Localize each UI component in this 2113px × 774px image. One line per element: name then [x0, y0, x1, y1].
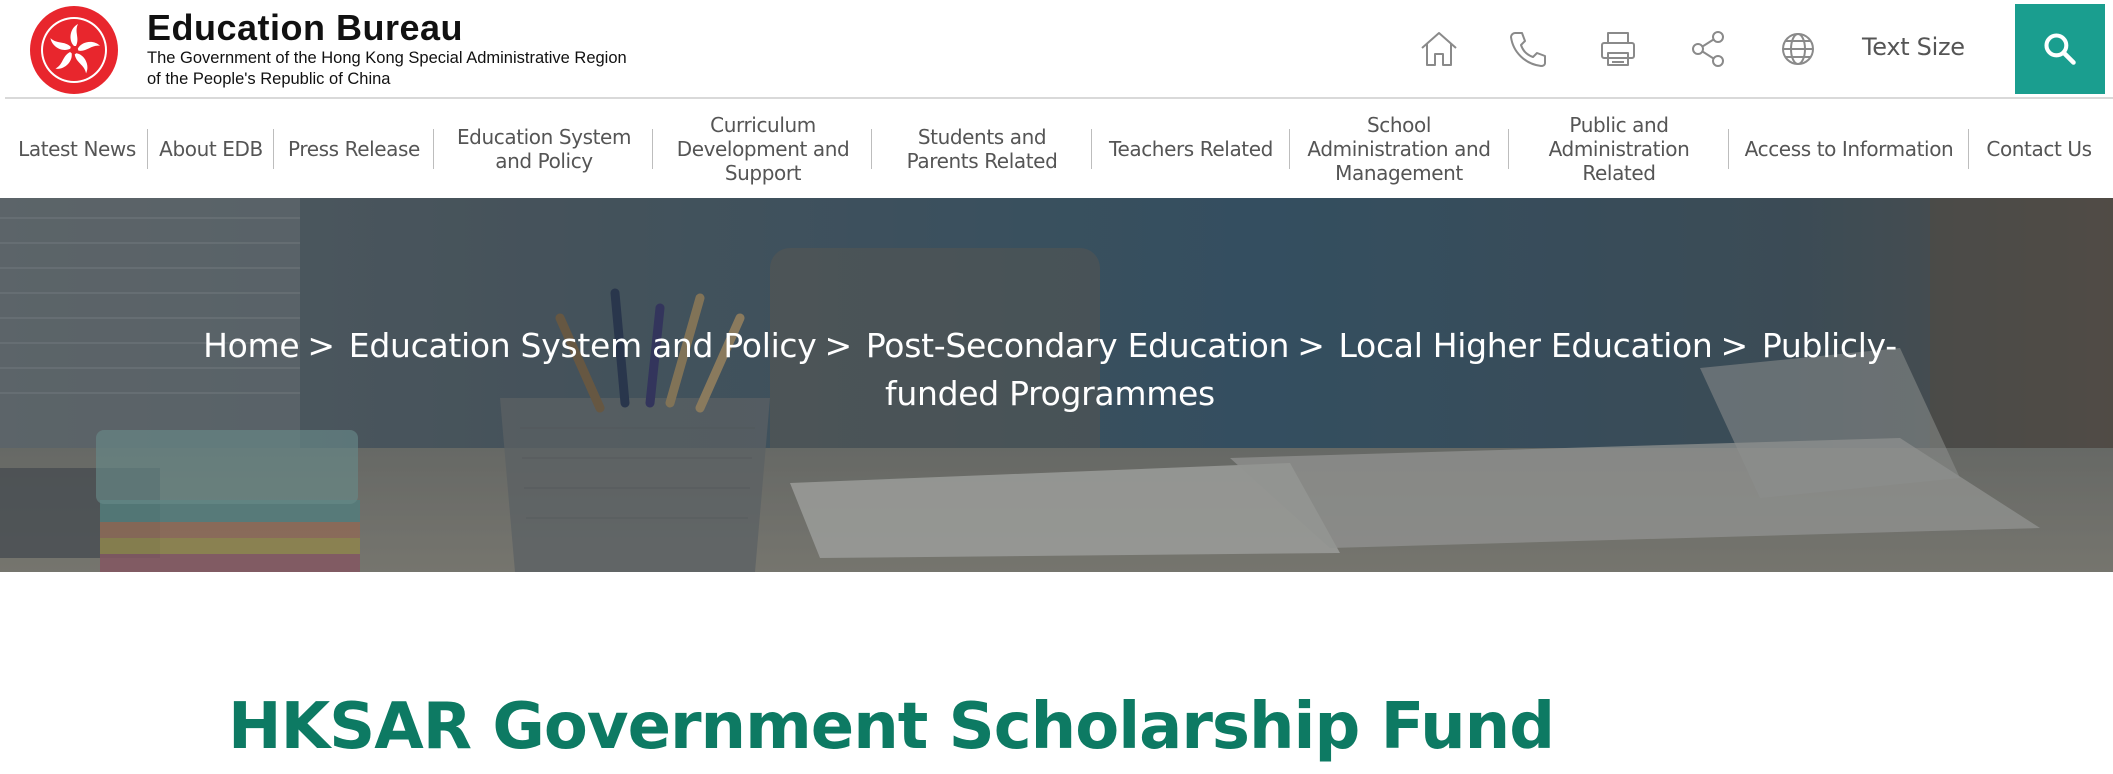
print-icon[interactable] [1597, 28, 1639, 70]
site-subtitle-line-2: of the People's Republic of China [147, 70, 391, 88]
nav-item-press-release[interactable]: Press Release [274, 99, 434, 198]
nav-item-access-to-information[interactable]: Access to Information [1730, 99, 1968, 198]
nav-divider [652, 129, 653, 169]
breadcrumb-separator: > [1297, 326, 1325, 365]
search-button[interactable] [2015, 4, 2105, 94]
nav-divider [1508, 129, 1509, 169]
hksar-emblem-icon[interactable] [27, 4, 121, 96]
breadcrumb-separator: > [1720, 326, 1748, 365]
phone-icon[interactable] [1507, 28, 1549, 70]
home-icon[interactable] [1418, 28, 1460, 70]
nav-item-latest-news[interactable]: Latest News [6, 99, 148, 198]
breadcrumb-post-secondary-education[interactable]: Post-Secondary Education [866, 326, 1290, 365]
nav-divider [433, 129, 434, 169]
nav-item-curriculum-development-and-support[interactable]: Curriculum Development and Support [655, 99, 871, 198]
nav-divider [1968, 129, 1969, 169]
hero-banner: Home > Education System and Policy > Post-Se… [0, 198, 2113, 572]
globe-icon[interactable] [1777, 28, 1819, 70]
nav-item-students-and-parents-related[interactable]: Students and Parents Related [874, 99, 1090, 198]
nav-item-contact-us[interactable]: Contact Us [1970, 99, 2108, 198]
page-title: HKSAR Government Scholarship Fund [228, 690, 1555, 764]
nav-divider [1728, 129, 1729, 169]
site-header: Education Bureau The Government of the H… [0, 0, 2113, 99]
nav-divider [871, 129, 872, 169]
main-navigation: Latest News About EDB Press Release Educ… [0, 99, 2113, 198]
breadcrumb-education-system-and-policy[interactable]: Education System and Policy [349, 326, 817, 365]
nav-item-school-administration-and-management[interactable]: School Administration and Management [1291, 99, 1507, 198]
brand-block: Education Bureau The Government of the H… [147, 8, 627, 90]
nav-item-about-edb[interactable]: About EDB [148, 99, 274, 198]
nav-item-public-and-administration-related[interactable]: Public and Administration Related [1510, 99, 1728, 198]
nav-item-education-system-and-policy[interactable]: Education System and Policy [436, 99, 652, 198]
search-icon [2044, 33, 2076, 65]
breadcrumb-local-higher-education[interactable]: Local Higher Education [1339, 326, 1713, 365]
nav-item-teachers-related[interactable]: Teachers Related [1093, 99, 1289, 198]
breadcrumb: Home > Education System and Policy > Post-Se… [170, 322, 1930, 418]
breadcrumb-separator: > [307, 326, 335, 365]
text-size-button[interactable]: Text Size [1862, 33, 1965, 61]
nav-divider [1091, 129, 1092, 169]
nav-divider [1289, 129, 1290, 169]
site-title[interactable]: Education Bureau [147, 8, 627, 48]
breadcrumb-home[interactable]: Home [203, 326, 300, 365]
site-subtitle-line-1: The Government of the Hong Kong Special … [147, 49, 627, 67]
breadcrumb-separator: > [824, 326, 853, 365]
share-icon[interactable] [1687, 28, 1729, 70]
